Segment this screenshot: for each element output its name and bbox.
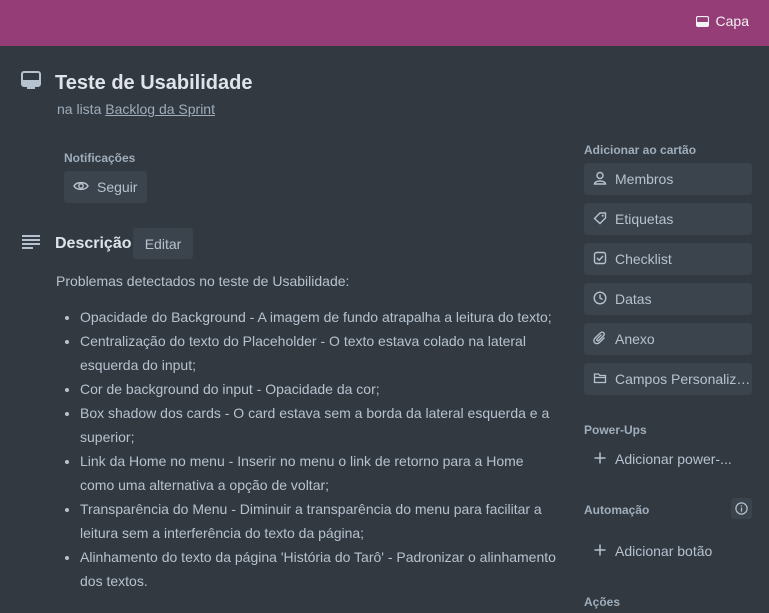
- list-item: Box shadow dos cards - O card estava sem…: [80, 401, 560, 449]
- cover-button[interactable]: Capa: [695, 13, 749, 29]
- custom-fields-label: Campos Personaliza...: [615, 371, 752, 387]
- dates-label: Datas: [615, 291, 652, 307]
- powerups-label: Power-Ups: [584, 423, 647, 437]
- folder-icon: [593, 371, 607, 388]
- cover-icon: [695, 15, 709, 27]
- list-link[interactable]: Backlog da Sprint: [105, 101, 215, 117]
- description-icon: [21, 234, 41, 255]
- actions-label: Ações: [584, 595, 621, 609]
- checkbox-icon: [593, 251, 607, 268]
- tag-icon: [593, 211, 607, 228]
- attachment-label: Anexo: [615, 331, 655, 347]
- list-item: Link da Home no menu - Inserir no menu o…: [80, 449, 560, 497]
- add-button-button[interactable]: Adicionar botão: [584, 535, 752, 567]
- automation-label: Automação: [584, 503, 650, 517]
- follow-label: Seguir: [97, 179, 138, 195]
- plus-icon: [593, 451, 607, 468]
- dates-button[interactable]: Datas: [584, 283, 752, 315]
- checklist-label: Checklist: [615, 251, 672, 267]
- description-intro: Problemas detectados no teste de Usabili…: [56, 273, 350, 289]
- list-item: Alinhamento do texto da página 'História…: [80, 545, 560, 593]
- list-item: Cor de background do input - Opacidade d…: [80, 377, 560, 401]
- follow-button[interactable]: Seguir: [64, 171, 147, 203]
- members-button[interactable]: Membros: [584, 163, 752, 195]
- list-item: Transparência do Menu - Diminuir a trans…: [80, 497, 560, 545]
- add-button-label: Adicionar botão: [615, 543, 713, 559]
- attachment-button[interactable]: Anexo: [584, 323, 752, 355]
- person-icon: [593, 171, 607, 188]
- members-label: Membros: [615, 171, 674, 187]
- list-breadcrumb: na lista Backlog da Sprint: [57, 101, 215, 117]
- description-list: Opacidade do Background - A imagem de fu…: [80, 305, 560, 593]
- plus-icon: [593, 543, 607, 560]
- custom-fields-button[interactable]: Campos Personaliza...: [584, 363, 752, 395]
- labels-label: Etiquetas: [615, 211, 674, 227]
- add-to-card-label: Adicionar ao cartão: [584, 143, 697, 157]
- list-item: Centralização do texto do Placeholder - …: [80, 329, 560, 377]
- checklist-button[interactable]: Checklist: [584, 243, 752, 275]
- labels-button[interactable]: Etiquetas: [584, 203, 752, 235]
- list-item: Opacidade do Background - A imagem de fu…: [80, 305, 560, 329]
- card-icon: [21, 71, 41, 94]
- notifications-label: Notificações: [64, 151, 136, 165]
- eye-icon: [73, 179, 89, 195]
- edit-button[interactable]: Editar: [133, 228, 193, 259]
- info-icon[interactable]: [731, 498, 752, 519]
- add-powerup-label: Adicionar power-...: [615, 451, 732, 467]
- description-title: Descrição: [55, 235, 132, 252]
- cover-label: Capa: [715, 13, 749, 29]
- list-prefix: na lista: [57, 101, 102, 117]
- add-powerup-button[interactable]: Adicionar power-...: [584, 443, 752, 475]
- card-title[interactable]: Teste de Usabilidade: [55, 72, 252, 95]
- clock-icon: [593, 290, 607, 308]
- paperclip-icon: [593, 330, 607, 348]
- card-cover: Capa: [0, 0, 769, 46]
